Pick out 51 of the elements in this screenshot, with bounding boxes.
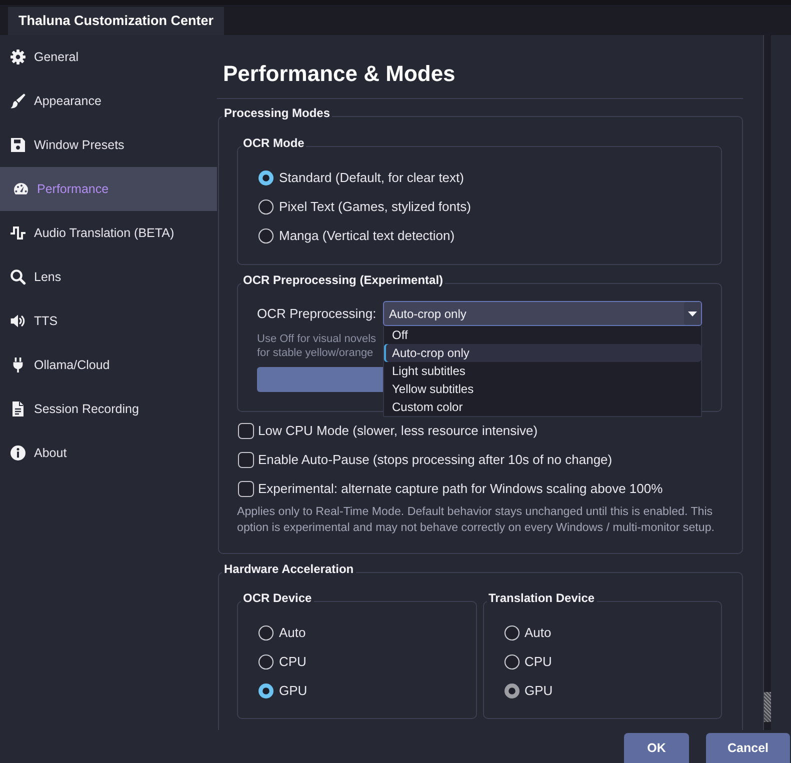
hint-text: Use Off for visual novels bbox=[257, 332, 376, 346]
dropdown-option[interactable]: Off bbox=[384, 326, 701, 344]
sidebar-item[interactable]: About bbox=[0, 431, 217, 475]
checkbox-option[interactable]: Enable Auto-Pause (stops processing after 10s of no change) bbox=[238, 452, 612, 468]
sidebar-item[interactable]: Session Recording bbox=[0, 387, 217, 431]
dropdown-option[interactable]: Light subtitles bbox=[384, 362, 701, 380]
radio-option[interactable]: GPU bbox=[258, 682, 308, 698]
radio-option[interactable]: CPU bbox=[258, 654, 306, 670]
group-title: OCR Device bbox=[243, 591, 312, 605]
dialog-button[interactable]: OK bbox=[624, 733, 689, 763]
checkbox-option[interactable]: Experimental: alternate capture path for Windows scaling above 100% bbox=[238, 480, 663, 496]
sidebar-item[interactable]: Performance bbox=[0, 167, 217, 211]
sidebar-item[interactable]: Audio Translation (BETA) bbox=[0, 211, 217, 255]
sidebar-item[interactable]: Lens bbox=[0, 255, 217, 299]
sidebar-item[interactable]: Window Presets bbox=[0, 123, 217, 167]
dropdown-option[interactable]: Custom color bbox=[384, 398, 701, 416]
gear-icon bbox=[10, 49, 26, 65]
field-label: OCR Preprocessing: bbox=[257, 306, 376, 321]
dropdown-option[interactable]: Yellow subtitles bbox=[384, 380, 701, 398]
radio-option[interactable]: Manga (Vertical text detection) bbox=[258, 228, 455, 244]
note-text: Applies only to Real-Time Mode. Default behavior stays unchanged until this is enabled. This option is experimental and may not behave correctly on every Windows / multi-monitor setup. bbox=[237, 504, 716, 536]
window-title: Thaluna Customization Center bbox=[8, 7, 224, 35]
group-title: Processing Modes bbox=[224, 106, 330, 120]
document-icon bbox=[10, 401, 26, 417]
checkbox-option[interactable]: Low CPU Mode (slower, less resource intensive) bbox=[238, 422, 538, 438]
radio-option[interactable]: Auto bbox=[504, 624, 552, 640]
dialog-button[interactable]: Cancel bbox=[706, 733, 790, 763]
sidebar-item[interactable]: TTS bbox=[0, 299, 217, 343]
dropdown-option[interactable]: Auto-crop only bbox=[384, 344, 701, 362]
square-wave-icon bbox=[10, 225, 26, 241]
radio-option[interactable]: Pixel Text (Games, stylized fonts) bbox=[258, 198, 471, 214]
group-title: Hardware Acceleration bbox=[224, 562, 354, 576]
dropdown[interactable]: Auto-crop only bbox=[383, 301, 702, 326]
group-title: Translation Device bbox=[488, 591, 595, 605]
page-title: Performance & Modes bbox=[223, 60, 456, 88]
radio-option[interactable]: Standard (Default, for clear text) bbox=[258, 170, 464, 186]
radio-option[interactable]: Auto bbox=[258, 624, 306, 640]
brush-icon bbox=[10, 93, 26, 109]
gauge-icon bbox=[13, 181, 29, 197]
info-icon bbox=[10, 445, 26, 461]
scrollbar-thumb[interactable] bbox=[764, 692, 771, 722]
hint-text: for stable yellow/orange bbox=[257, 346, 374, 360]
speaker-icon bbox=[10, 313, 26, 329]
scrollbar[interactable] bbox=[763, 35, 771, 730]
search-icon bbox=[10, 269, 26, 285]
sidebar-item[interactable]: Ollama/Cloud bbox=[0, 343, 217, 387]
group-title: OCR Mode bbox=[243, 136, 304, 150]
group-title: OCR Preprocessing (Experimental) bbox=[243, 273, 444, 287]
sidebar-item[interactable]: General bbox=[0, 35, 217, 79]
sidebar-item[interactable]: Appearance bbox=[0, 79, 217, 123]
radio-option[interactable]: CPU bbox=[504, 654, 552, 670]
